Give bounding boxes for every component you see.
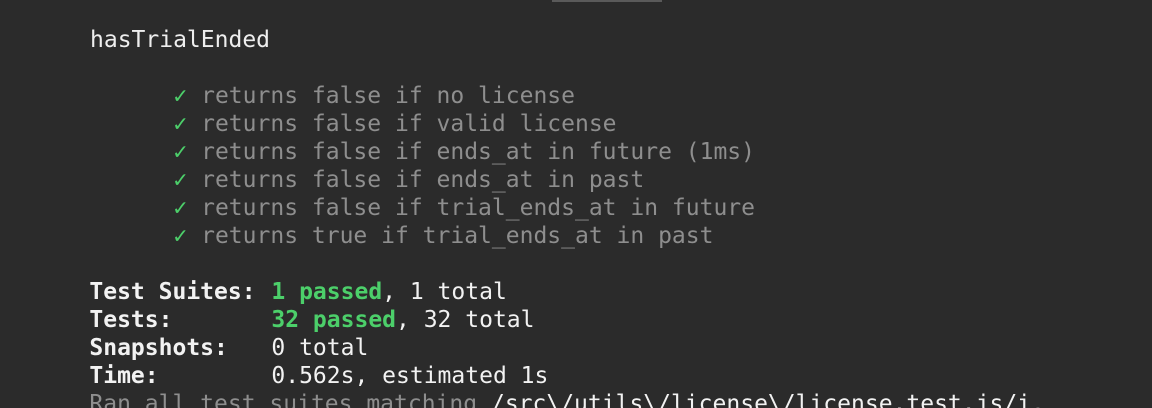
summary-snapshots-row: Snapshots: bbox=[34, 306, 227, 361]
test-row: ✓ returns false if valid license bbox=[118, 82, 616, 137]
test-row: ✓ returns false if ends_at in future (1m… bbox=[118, 110, 755, 165]
summary-tests-value: 32 passed, 32 total bbox=[216, 278, 534, 333]
test-row: ✓ returns false if no license bbox=[118, 54, 575, 109]
summary-tests-row: Tests: bbox=[34, 278, 172, 333]
summary-time-row: Time: bbox=[34, 334, 158, 389]
summary-time-value: 0.562s, estimated 1s bbox=[216, 334, 548, 389]
check-icon: ✓ bbox=[173, 223, 188, 249]
ran-suffix: . bbox=[1031, 391, 1045, 408]
test-row: ✓ returns false if trial_ends_at in futu… bbox=[118, 166, 755, 221]
summary-snapshots-value: 0 total bbox=[216, 306, 368, 361]
suite-name: hasTrialEnded bbox=[90, 27, 271, 53]
terminal-window: hasTrialEnded ✓ returns false if no lice… bbox=[0, 0, 1152, 408]
test-row: ✓ returns false if ends_at in past bbox=[118, 138, 644, 193]
tab-indicator bbox=[552, 0, 662, 2]
test-title: returns true if trial_ends_at in past bbox=[201, 223, 714, 249]
ran-all-line: Ran all test suites matching /src\/utils… bbox=[34, 362, 1044, 408]
ran-prefix: Ran all test suites matching bbox=[89, 391, 491, 408]
ran-pattern: /src\/utils\/license\/license.test.js/i bbox=[490, 391, 1032, 408]
test-row: ✓ returns true if trial_ends_at in past bbox=[118, 194, 713, 249]
summary-suites-value: 1 passed, 1 total bbox=[216, 250, 506, 305]
tests-total: , 32 total bbox=[396, 307, 535, 333]
